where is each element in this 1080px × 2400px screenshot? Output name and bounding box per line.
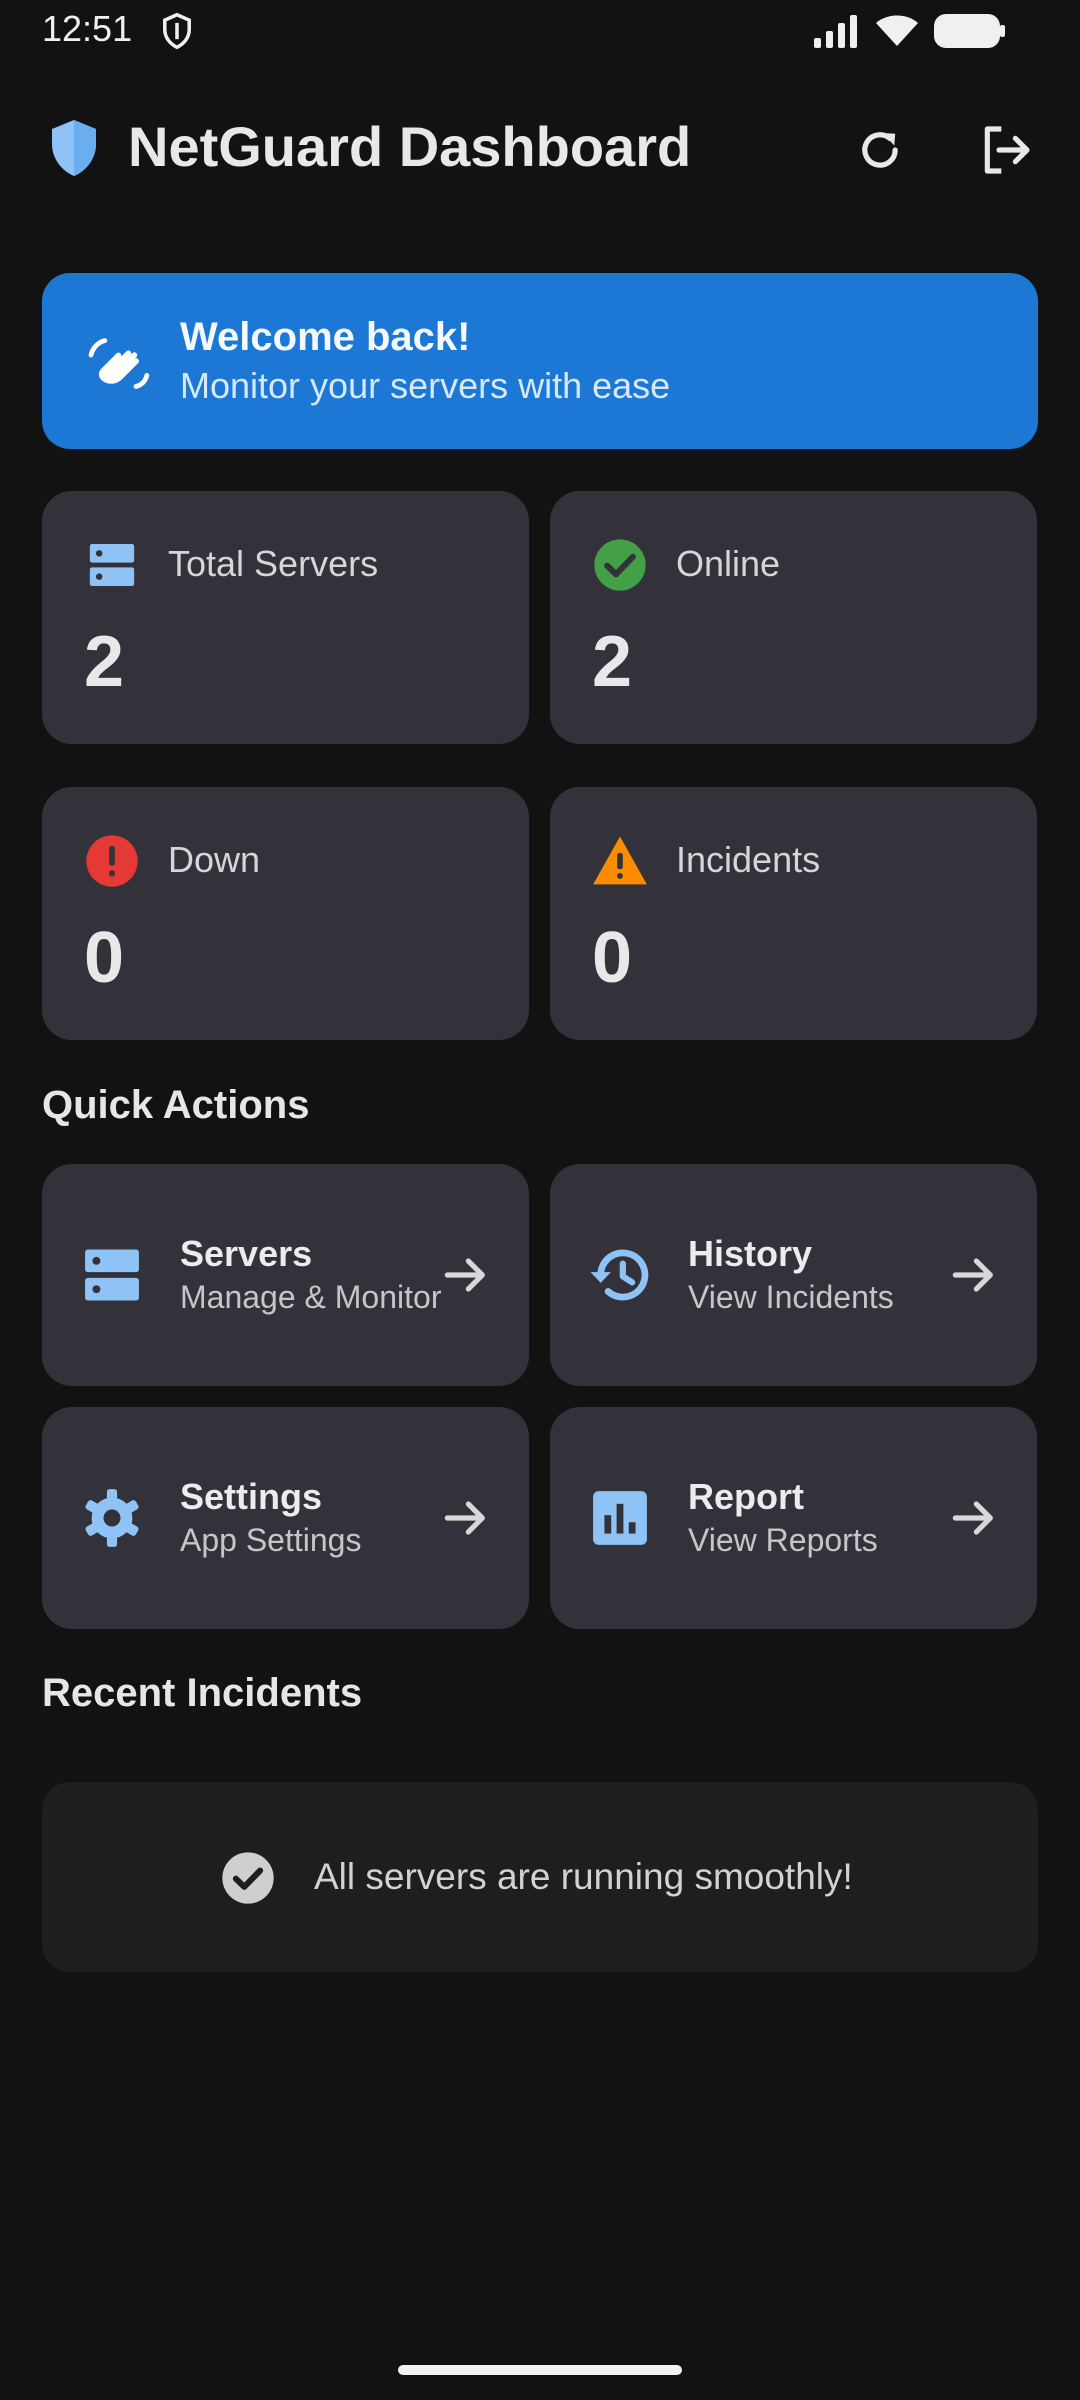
- status-bar: 12:51: [0, 0, 1080, 60]
- action-card-history[interactable]: History View Incidents: [550, 1164, 1037, 1386]
- action-subtitle: View Incidents: [688, 1279, 894, 1315]
- arrow-right-icon: [444, 1258, 485, 1292]
- quick-actions-title: Quick Actions: [42, 1083, 310, 1127]
- home-indicator[interactable]: [398, 2365, 682, 2375]
- app-title: NetGuard Dashboard: [128, 115, 692, 178]
- logout-button[interactable]: [970, 114, 1042, 186]
- server-icon: [85, 1249, 139, 1301]
- stat-label: Online: [676, 543, 781, 584]
- wifi-icon: [876, 15, 918, 46]
- stat-value: 2: [84, 622, 125, 702]
- status-time: 12:51: [42, 8, 133, 49]
- action-title: Servers: [180, 1233, 313, 1274]
- bar-chart-icon: [593, 1491, 647, 1545]
- warning-icon: [593, 836, 647, 885]
- stat-label: Incidents: [676, 839, 821, 880]
- stat-card-total-servers: Total Servers 2: [42, 491, 529, 744]
- recent-incidents-title: Recent Incidents: [42, 1671, 363, 1715]
- action-subtitle: Manage & Monitor: [180, 1279, 442, 1315]
- recent-incidents-empty-card: All servers are running smoothly!: [42, 1782, 1038, 1972]
- arrow-right-icon: [952, 1258, 993, 1292]
- action-subtitle: App Settings: [180, 1522, 362, 1558]
- battery-icon: [934, 14, 1005, 48]
- refresh-button[interactable]: [844, 114, 916, 186]
- stat-label: Down: [168, 839, 261, 880]
- welcome-banner: Welcome back! Monitor your servers with …: [42, 273, 1038, 449]
- action-title: History: [688, 1233, 813, 1274]
- action-title: Report: [688, 1476, 804, 1517]
- gear-icon: [85, 1489, 139, 1547]
- action-card-servers[interactable]: Servers Manage & Monitor: [42, 1164, 529, 1386]
- waving-hand-icon: [88, 338, 150, 389]
- dashboard-screen: 12:51 NetGuard Dashboard Welcome back! M…: [0, 0, 1080, 2400]
- action-card-report[interactable]: Report View Reports: [550, 1407, 1037, 1629]
- welcome-title: Welcome back!: [180, 315, 471, 359]
- action-text: Servers Manage & Monitor: [180, 1164, 450, 1386]
- history-icon: [590, 1249, 649, 1301]
- refresh-icon: [862, 132, 898, 168]
- signal-icon: [814, 15, 857, 48]
- check-circle-icon: [222, 1852, 274, 1904]
- action-title: Settings: [180, 1476, 323, 1517]
- shield-status-icon: [163, 12, 191, 50]
- error-icon: [86, 835, 138, 887]
- action-subtitle: View Reports: [688, 1522, 878, 1558]
- arrow-right-icon: [952, 1501, 993, 1535]
- stat-value: 0: [84, 918, 125, 998]
- stat-card-down: Down 0: [42, 787, 529, 1040]
- stat-value: 0: [592, 918, 633, 998]
- action-text: History View Incidents: [688, 1164, 958, 1386]
- welcome-subtitle: Monitor your servers with ease: [180, 365, 671, 406]
- action-card-settings[interactable]: Settings App Settings: [42, 1407, 529, 1629]
- stat-value: 2: [592, 622, 633, 702]
- stat-label: Total Servers: [168, 543, 379, 584]
- server-icon: [89, 544, 135, 586]
- logout-icon: [984, 126, 1030, 174]
- empty-state-message: All servers are running smoothly!: [314, 1856, 853, 1897]
- arrow-right-icon: [444, 1501, 485, 1535]
- check-circle-icon: [594, 539, 646, 591]
- shield-logo-icon: [52, 120, 96, 176]
- stat-card-incidents: Incidents 0: [550, 787, 1037, 1040]
- app-bar: NetGuard Dashboard: [0, 100, 1080, 200]
- action-text: Report View Reports: [688, 1407, 958, 1629]
- action-text: Settings App Settings: [180, 1407, 450, 1629]
- stat-card-online: Online 2: [550, 491, 1037, 744]
